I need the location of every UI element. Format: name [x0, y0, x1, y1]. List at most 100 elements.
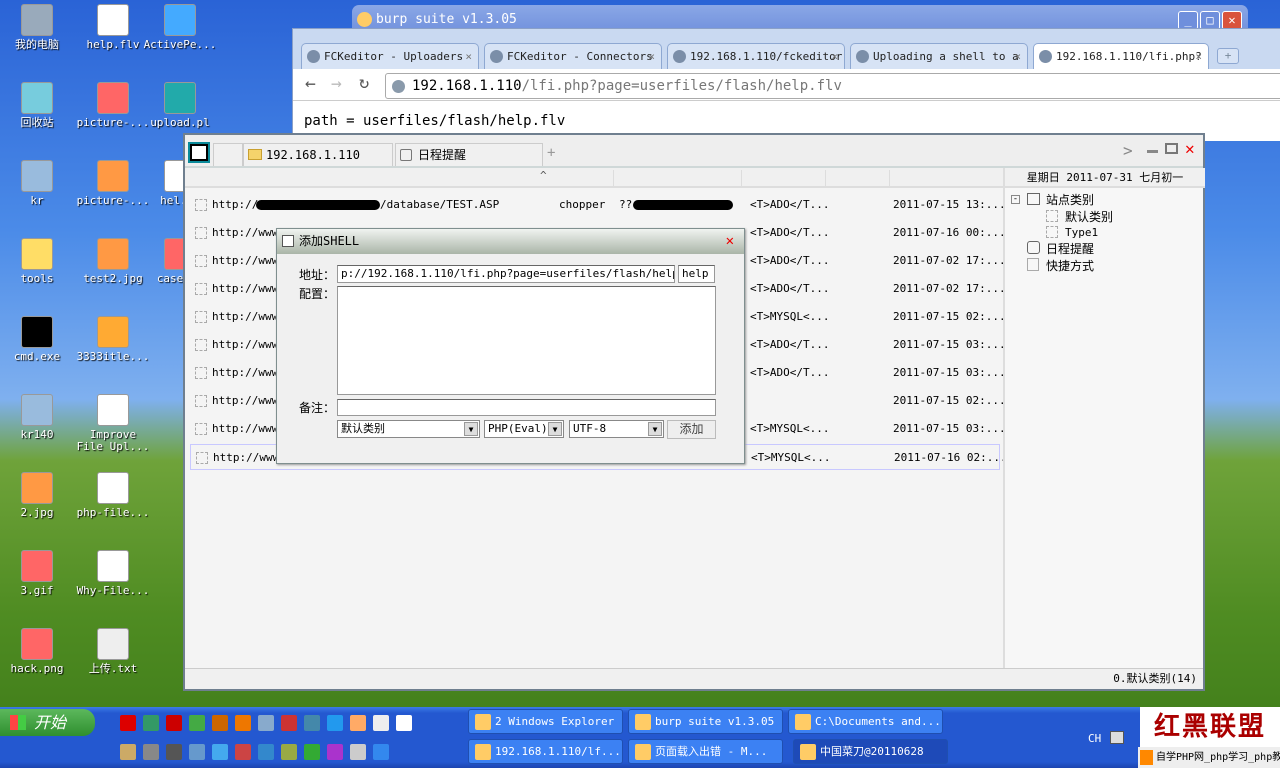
- taskbar-button[interactable]: burp suite v1.3.05: [628, 709, 783, 734]
- quick-launch-icon[interactable]: [304, 744, 320, 760]
- browser-tab[interactable]: 192.168.1.110/fckeditor ×: [667, 43, 845, 69]
- reload-icon[interactable]: ↻: [359, 73, 369, 93]
- checkbox-icon[interactable]: [195, 423, 207, 435]
- taskbar-button[interactable]: C:\Documents and...: [788, 709, 943, 734]
- desktop-icon[interactable]: ActivePe...: [143, 4, 217, 51]
- quick-launch-icon[interactable]: [350, 744, 366, 760]
- desktop-icon[interactable]: 我的电脑: [0, 4, 74, 51]
- quick-launch-icon[interactable]: [258, 744, 274, 760]
- quick-launch-icon[interactable]: [235, 715, 251, 731]
- browser-tab[interactable]: FCKeditor - Uploaders ×: [301, 43, 479, 69]
- add-tab-button[interactable]: +: [547, 145, 555, 161]
- quick-launch-icon[interactable]: [120, 715, 136, 731]
- tab-close-icon[interactable]: ×: [1014, 44, 1021, 69]
- checkbox-icon[interactable]: [195, 395, 207, 407]
- desktop-icon[interactable]: 上传.txt: [76, 628, 150, 675]
- quick-launch-icon[interactable]: [212, 744, 228, 760]
- desktop-icon[interactable]: 3.gif: [0, 550, 74, 597]
- desktop-icon[interactable]: 2.jpg: [0, 472, 74, 519]
- desktop-icon[interactable]: hack.png: [0, 628, 74, 675]
- tab-close-icon[interactable]: ×: [465, 44, 472, 69]
- browser-tab[interactable]: 192.168.1.110/lfi.php? ×: [1033, 43, 1209, 69]
- quick-launch-icon[interactable]: [258, 715, 274, 731]
- quick-launch-icon[interactable]: [189, 744, 205, 760]
- config-textarea[interactable]: [337, 286, 716, 395]
- desktop-icon[interactable]: 回收站: [0, 82, 74, 129]
- checkbox-icon[interactable]: [195, 199, 207, 211]
- quick-launch-icon[interactable]: [327, 744, 343, 760]
- minimize-button[interactable]: [1147, 150, 1158, 153]
- start-button[interactable]: 开始: [0, 709, 95, 736]
- taskbar-button[interactable]: 中国菜刀@20110628: [793, 739, 948, 764]
- collapse-icon[interactable]: -: [1011, 195, 1020, 204]
- close-icon[interactable]: ✕: [726, 229, 734, 254]
- checkbox-icon[interactable]: [196, 452, 208, 464]
- tree-root[interactable]: 站点类别: [1046, 191, 1094, 208]
- script-type-select[interactable]: PHP(Eval) ▼: [484, 420, 564, 438]
- quick-launch-icon[interactable]: [120, 744, 136, 760]
- desktop-icon[interactable]: Why-File...: [76, 550, 150, 597]
- tab-close-icon[interactable]: ×: [648, 44, 655, 69]
- desktop-icon[interactable]: picture-...: [76, 82, 150, 129]
- quick-launch-icon[interactable]: [189, 715, 205, 731]
- keyboard-icon[interactable]: [1110, 731, 1124, 744]
- desktop-icon[interactable]: kr140: [0, 394, 74, 441]
- quick-launch-icon[interactable]: [166, 744, 182, 760]
- desktop-icon[interactable]: kr: [0, 160, 74, 207]
- note-input[interactable]: [337, 399, 716, 416]
- quick-launch-icon[interactable]: [143, 744, 159, 760]
- desktop-icon[interactable]: tools: [0, 238, 74, 285]
- taskbar-button[interactable]: 2 Windows Explorer: [468, 709, 623, 734]
- url-input[interactable]: p://192.168.1.110/lfi.php?page=userfiles…: [337, 265, 675, 283]
- quick-launch-icon[interactable]: [373, 744, 389, 760]
- new-tab-button[interactable]: +: [1217, 48, 1239, 64]
- tree-schedule[interactable]: 日程提醒: [1046, 240, 1094, 257]
- quick-launch-icon[interactable]: [396, 715, 412, 731]
- quick-launch-icon[interactable]: [350, 715, 366, 731]
- browser-tab[interactable]: Uploading a shell to a ×: [850, 43, 1028, 69]
- table-row[interactable]: http:// /database/TEST.ASP chopper?? <T>ADO…: [190, 192, 1006, 218]
- checkbox-icon[interactable]: [195, 311, 207, 323]
- quick-launch-icon[interactable]: [235, 744, 251, 760]
- category-select[interactable]: 默认类别 ▼: [337, 420, 480, 438]
- panel-toggle-icon[interactable]: [188, 142, 210, 163]
- desktop-icon[interactable]: php-file...: [76, 472, 150, 519]
- quick-launch-icon[interactable]: [304, 715, 320, 731]
- quick-launch-icon[interactable]: [281, 715, 297, 731]
- quick-launch-icon[interactable]: [327, 715, 343, 731]
- taskbar-button[interactable]: 页面载入出错 - M...: [628, 739, 783, 764]
- desktop-icon[interactable]: help.flv: [76, 4, 150, 51]
- tab-site[interactable]: 192.168.1.110: [243, 143, 393, 166]
- maximize-button[interactable]: [1165, 143, 1178, 154]
- password-input[interactable]: help: [678, 265, 715, 283]
- checkbox-icon[interactable]: [195, 367, 207, 379]
- browser-tab[interactable]: FCKeditor - Connectors ×: [484, 43, 662, 69]
- desktop-icon[interactable]: Improve File Upl...: [76, 394, 150, 453]
- tree-item-default[interactable]: 默认类别: [1065, 208, 1113, 225]
- tab-close-icon[interactable]: ×: [831, 44, 838, 69]
- quick-launch-icon[interactable]: [143, 715, 159, 731]
- tab-close-icon[interactable]: ×: [1195, 44, 1202, 69]
- quick-launch-icon[interactable]: [166, 715, 182, 731]
- sort-up-icon[interactable]: ^: [540, 169, 547, 182]
- taskbar-button[interactable]: 192.168.1.110/lf...: [468, 739, 623, 764]
- chevron-right-icon[interactable]: >: [1123, 141, 1133, 160]
- checkbox-icon[interactable]: [195, 339, 207, 351]
- desktop-icon[interactable]: 3333itle...: [76, 316, 150, 363]
- back-icon[interactable]: ←: [305, 73, 316, 94]
- desktop-icon[interactable]: picture-...: [76, 160, 150, 207]
- desktop-icon[interactable]: test2.jpg: [76, 238, 150, 285]
- tab-schedule[interactable]: 日程提醒: [395, 143, 543, 166]
- encoding-select[interactable]: UTF-8 ▼: [569, 420, 664, 438]
- desktop-icon[interactable]: upload.pl: [143, 82, 217, 129]
- tree-item-type1[interactable]: Type1: [1065, 226, 1098, 239]
- quick-launch-icon[interactable]: [212, 715, 228, 731]
- tab-home[interactable]: [213, 143, 243, 166]
- checkbox-icon[interactable]: [195, 227, 207, 239]
- checkbox-icon[interactable]: [195, 283, 207, 295]
- forward-icon[interactable]: →: [331, 73, 342, 94]
- quick-launch-icon[interactable]: [281, 744, 297, 760]
- add-button[interactable]: 添加: [667, 420, 716, 439]
- desktop-icon[interactable]: cmd.exe: [0, 316, 74, 363]
- language-indicator[interactable]: CH: [1088, 732, 1101, 745]
